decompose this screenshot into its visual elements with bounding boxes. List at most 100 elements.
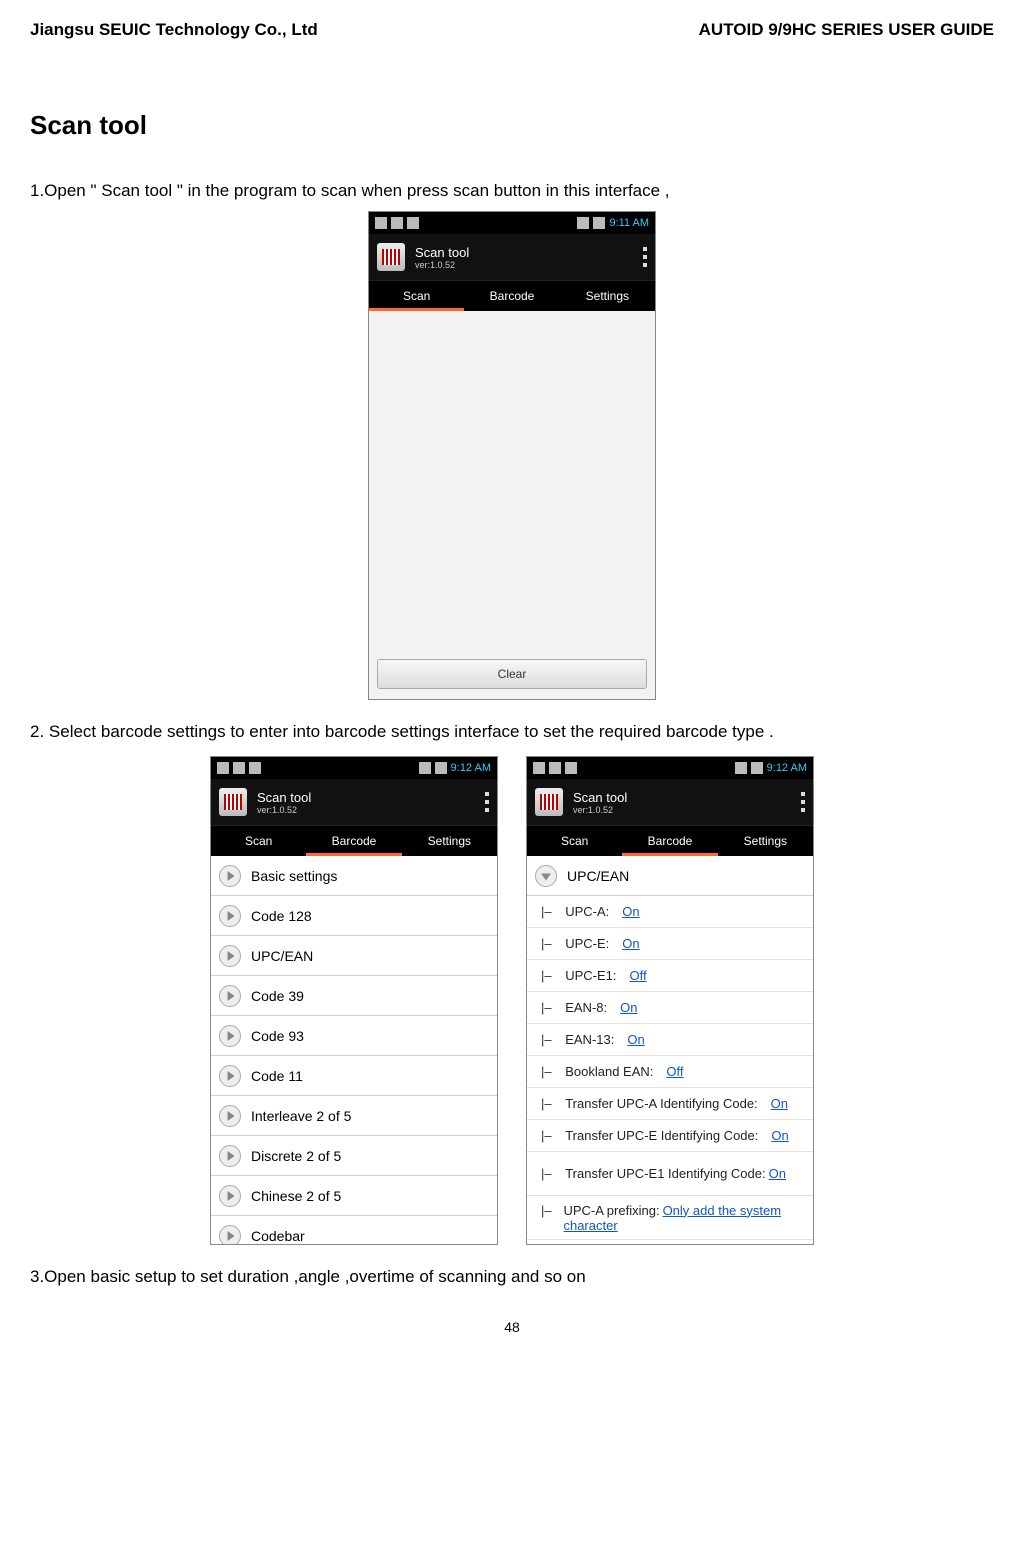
screenshot-barcode-categories: 9:12 AM Scan tool ver:1.0.52 Scan Barcod… xyxy=(210,756,498,1245)
setting-key: Transfer UPC-E Identifying Code: xyxy=(565,1128,758,1143)
setting-item[interactable]: |– Transfer UPC-A Identifying Code:On xyxy=(527,1088,813,1120)
screenshot-scan-tab: 9:11 AM Scan tool ver:1.0.52 Scan Barcod… xyxy=(368,211,656,700)
expand-icon xyxy=(219,1065,241,1087)
setting-item[interactable]: |– UPC-E1:Off xyxy=(527,960,813,992)
setting-item[interactable]: |– UPC-A prefixing:Only add the system c… xyxy=(527,1196,813,1240)
status-bar: 9:11 AM xyxy=(369,212,655,234)
tab-barcode[interactable]: Barcode xyxy=(306,826,401,856)
expand-icon xyxy=(219,985,241,1007)
paragraph-1: 1.Open " Scan tool " in the program to s… xyxy=(30,181,994,201)
collapse-icon xyxy=(535,865,557,887)
tab-scan[interactable]: Scan xyxy=(527,826,622,856)
list-label: Discrete 2 of 5 xyxy=(251,1148,341,1164)
list-label: UPC/EAN xyxy=(251,948,313,964)
list-label: Interleave 2 of 5 xyxy=(251,1108,351,1124)
tab-settings[interactable]: Settings xyxy=(560,281,655,311)
tab-barcode[interactable]: Barcode xyxy=(622,826,717,856)
app-title: Scan tool xyxy=(573,790,791,805)
battery-icon xyxy=(435,762,447,774)
page-number: 48 xyxy=(504,1319,520,1335)
screenshot-upc-ean-expanded: 9:12 AM Scan tool ver:1.0.52 Scan Barcod… xyxy=(526,756,814,1245)
tab-scan[interactable]: Scan xyxy=(211,826,306,856)
status-time: 9:11 AM xyxy=(609,217,649,229)
list-item[interactable]: UPC/EAN xyxy=(211,936,497,976)
overflow-menu-icon[interactable] xyxy=(801,792,805,812)
setting-key: UPC-E: xyxy=(565,936,609,951)
list-item[interactable]: Codebar xyxy=(211,1216,497,1244)
expand-icon xyxy=(219,1145,241,1167)
status-icon xyxy=(565,762,577,774)
setting-key: UPC-A prefixing: xyxy=(563,1203,659,1218)
setting-item[interactable]: |– Bookland EAN:Off xyxy=(527,1056,813,1088)
status-icon xyxy=(217,762,229,774)
setting-key: UPC-E1: xyxy=(565,968,616,983)
barcode-icon xyxy=(382,249,400,265)
setting-item[interactable]: |– EAN-8:On xyxy=(527,992,813,1024)
setting-value: On xyxy=(771,1128,788,1143)
list-item[interactable]: Chinese 2 of 5 xyxy=(211,1176,497,1216)
expand-icon xyxy=(219,1105,241,1127)
app-version: ver:1.0.52 xyxy=(573,805,791,815)
paragraph-2: 2. Select barcode settings to enter into… xyxy=(30,722,994,742)
upc-ean-settings-list: UPC/EAN |– UPC-A:On |– UPC-E:On |– UPC-E… xyxy=(527,856,813,1244)
setting-item[interactable]: |– UPC-A:On xyxy=(527,896,813,928)
list-label: Basic settings xyxy=(251,868,337,884)
tab-settings[interactable]: Settings xyxy=(718,826,813,856)
list-item[interactable]: Basic settings xyxy=(211,856,497,896)
group-header[interactable]: UPC/EAN xyxy=(527,856,813,896)
setting-item[interactable]: |– UPC-E prefixing:Only add the xyxy=(527,1240,813,1244)
signal-icon xyxy=(577,217,589,229)
setting-key: Transfer UPC-E1 Identifying Code: xyxy=(565,1166,765,1181)
list-item[interactable]: Interleave 2 of 5 xyxy=(211,1096,497,1136)
setting-value: On xyxy=(620,1000,637,1015)
tab-settings[interactable]: Settings xyxy=(402,826,497,856)
status-bar: 9:12 AM xyxy=(211,757,497,779)
setting-item[interactable]: |– Transfer UPC-E1 Identifying Code:On xyxy=(527,1152,813,1196)
app-icon xyxy=(219,788,247,816)
overflow-menu-icon[interactable] xyxy=(643,247,647,267)
app-icon xyxy=(377,243,405,271)
status-icon xyxy=(549,762,561,774)
battery-icon xyxy=(593,217,605,229)
setting-value: Off xyxy=(630,968,647,983)
status-icon xyxy=(375,217,387,229)
setting-item[interactable]: |– UPC-E:On xyxy=(527,928,813,960)
setting-value: On xyxy=(622,936,639,951)
status-icon xyxy=(391,217,403,229)
list-label: Code 128 xyxy=(251,908,312,924)
setting-key: UPC-A: xyxy=(565,904,609,919)
setting-key: EAN-8: xyxy=(565,1000,607,1015)
status-icon xyxy=(407,217,419,229)
list-item[interactable]: Code 93 xyxy=(211,1016,497,1056)
setting-item[interactable]: |– Transfer UPC-E Identifying Code:On xyxy=(527,1120,813,1152)
status-bar: 9:12 AM xyxy=(527,757,813,779)
app-bar: Scan tool ver:1.0.52 xyxy=(211,779,497,825)
setting-key: EAN-13: xyxy=(565,1032,614,1047)
list-item[interactable]: Code 39 xyxy=(211,976,497,1016)
expand-icon xyxy=(219,905,241,927)
barcode-category-list: Basic settings Code 128 UPC/EAN Code 39 … xyxy=(211,856,497,1244)
status-time: 9:12 AM xyxy=(767,762,807,774)
app-version: ver:1.0.52 xyxy=(257,805,475,815)
clear-button[interactable]: Clear xyxy=(377,659,647,689)
list-item[interactable]: Code 128 xyxy=(211,896,497,936)
tab-bar: Scan Barcode Settings xyxy=(211,825,497,856)
list-item[interactable]: Discrete 2 of 5 xyxy=(211,1136,497,1176)
tab-scan[interactable]: Scan xyxy=(369,281,464,311)
setting-value: On xyxy=(627,1032,644,1047)
status-icon xyxy=(249,762,261,774)
overflow-menu-icon[interactable] xyxy=(485,792,489,812)
list-item[interactable]: Code 11 xyxy=(211,1056,497,1096)
barcode-icon xyxy=(540,794,558,810)
setting-item[interactable]: |– EAN-13:On xyxy=(527,1024,813,1056)
expand-icon xyxy=(219,1225,241,1245)
list-label: Chinese 2 of 5 xyxy=(251,1188,341,1204)
expand-icon xyxy=(219,1185,241,1207)
signal-icon xyxy=(419,762,431,774)
status-icon xyxy=(233,762,245,774)
section-title: Scan tool xyxy=(30,110,994,141)
app-version: ver:1.0.52 xyxy=(415,260,633,270)
tab-barcode[interactable]: Barcode xyxy=(464,281,559,311)
list-label: Codebar xyxy=(251,1228,305,1244)
setting-value: On xyxy=(771,1096,788,1111)
